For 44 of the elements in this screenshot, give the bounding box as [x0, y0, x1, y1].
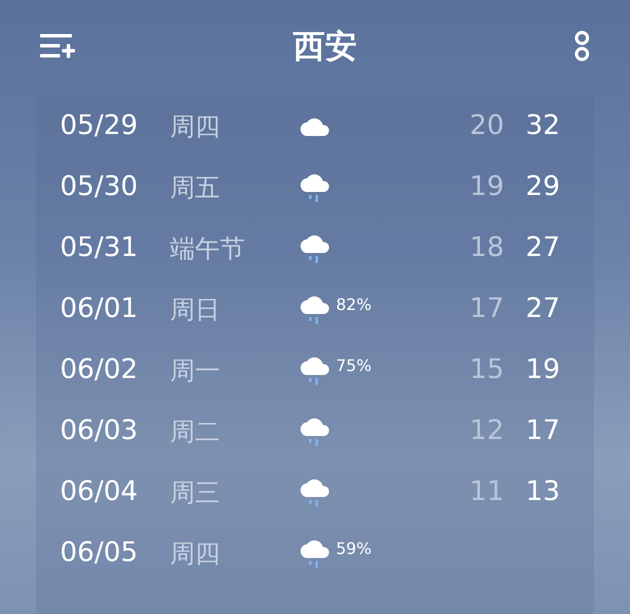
more-icon[interactable]: [574, 30, 590, 62]
date-text: 06/04: [60, 476, 138, 508]
high-temperature: 32: [526, 110, 560, 142]
low-temperature: 19: [470, 171, 504, 202]
rain-cloud-icon: [298, 294, 332, 325]
weekday-text: 周一: [170, 356, 220, 385]
date-text: 06/03: [60, 415, 138, 446]
weekday-text: 端午节: [170, 234, 245, 263]
rain-cloud-icon: [298, 477, 332, 508]
cloud-icon: [298, 116, 332, 138]
precipitation-chance: 82%: [336, 295, 372, 314]
weekday-text: 周三: [170, 478, 220, 507]
weekday-text: 周四: [170, 112, 220, 141]
low-temperature: 17: [470, 293, 504, 324]
add-list-icon[interactable]: [40, 33, 76, 59]
city-title: 西安: [293, 26, 357, 67]
weekday-text: 周五: [170, 172, 220, 202]
high-temperature: 27: [526, 293, 560, 324]
precipitation-chance: 59%: [336, 539, 372, 558]
rain-cloud-icon: [298, 416, 332, 447]
date-text: 06/05: [60, 537, 138, 568]
high-temperature: 27: [526, 232, 560, 264]
rain-cloud-icon: [298, 355, 332, 386]
date-text: 05/30: [60, 171, 138, 202]
high-temperature: 29: [526, 171, 560, 202]
low-temperature: 12: [470, 415, 504, 446]
low-temperature: 20: [470, 110, 504, 142]
weekday-text: 周二: [170, 416, 220, 446]
low-temperature: 18: [470, 232, 504, 264]
date-text: 06/01: [60, 293, 138, 324]
low-temperature: 15: [470, 354, 504, 386]
low-temperature: 11: [470, 476, 504, 508]
high-temperature: 13: [526, 476, 560, 508]
high-temperature: 17: [526, 415, 560, 446]
date-text: 05/29: [60, 110, 138, 142]
date-text: 05/31: [60, 232, 138, 264]
rain-cloud-icon: [298, 172, 332, 203]
weekday-text: 周日: [170, 294, 220, 324]
weekday-text: 周四: [170, 538, 220, 568]
rain-cloud-icon: [298, 538, 332, 569]
date-text: 06/02: [60, 354, 138, 386]
rain-cloud-icon: [298, 233, 332, 264]
precipitation-chance: 75%: [336, 356, 372, 375]
high-temperature: 19: [526, 354, 560, 386]
